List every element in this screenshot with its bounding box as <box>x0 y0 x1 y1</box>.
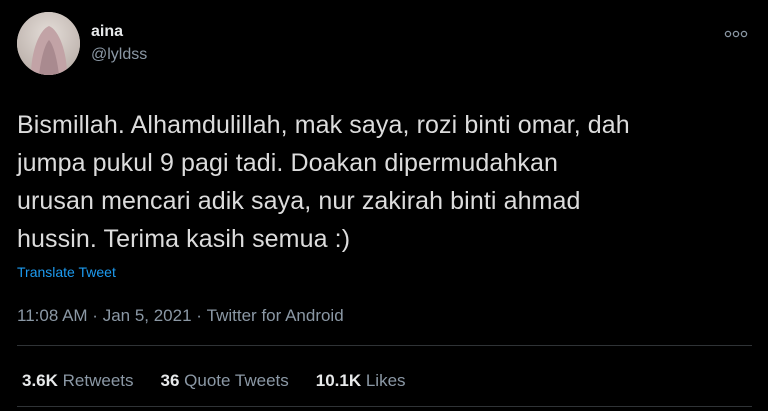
more-options-button[interactable] <box>720 26 752 42</box>
quote-tweets-count: 36 <box>160 371 180 390</box>
author-name[interactable]: aina <box>91 22 123 42</box>
tweet-meta: 11:08 AM · Jan 5, 2021 · Twitter for And… <box>17 305 344 327</box>
tweet-text: Bismillah. Alhamdulillah, mak saya, rozi… <box>17 106 752 258</box>
more-options-icon <box>724 30 748 38</box>
tweet-text-line: hussin. Terima kasih semua :) <box>17 225 351 253</box>
tweet-text-line: Bismillah. Alhamdulillah, mak saya, rozi… <box>17 111 630 139</box>
likes-label: Likes <box>361 371 406 390</box>
translate-tweet-link[interactable]: Translate Tweet <box>17 263 116 281</box>
meta-separator: · <box>87 306 103 325</box>
divider <box>17 345 752 346</box>
quote-tweets-stat[interactable]: 36 Quote Tweets <box>161 370 289 392</box>
likes-count: 10.1K <box>315 371 362 390</box>
tweet-text-line: urusan mencari adik saya, nur zakirah bi… <box>17 187 581 215</box>
tweet-time[interactable]: 11:08 AM <box>17 305 88 327</box>
divider <box>17 406 752 407</box>
author-handle[interactable]: @lyldss <box>91 45 147 65</box>
tweet-card: aina @lyldss Bismillah. Alhamdulillah, m… <box>0 0 768 411</box>
tweet-text-line: jumpa pukul 9 pagi tadi. Doakan dipermud… <box>17 149 558 177</box>
avatar-image-icon <box>17 12 80 75</box>
tweet-date[interactable]: Jan 5, 2021 <box>103 305 192 327</box>
retweets-label: Retweets <box>57 371 134 390</box>
avatar[interactable] <box>17 12 80 75</box>
retweets-count: 3.6K <box>22 371 58 390</box>
tweet-stats: 3.6K Retweets 36 Quote Tweets 10.1K Like… <box>22 370 406 392</box>
meta-separator: · <box>191 306 207 325</box>
tweet-source[interactable]: Twitter for Android <box>207 305 344 327</box>
retweets-stat[interactable]: 3.6K Retweets <box>22 370 134 392</box>
quote-tweets-label: Quote Tweets <box>179 371 289 390</box>
likes-stat[interactable]: 10.1K Likes <box>316 370 406 392</box>
